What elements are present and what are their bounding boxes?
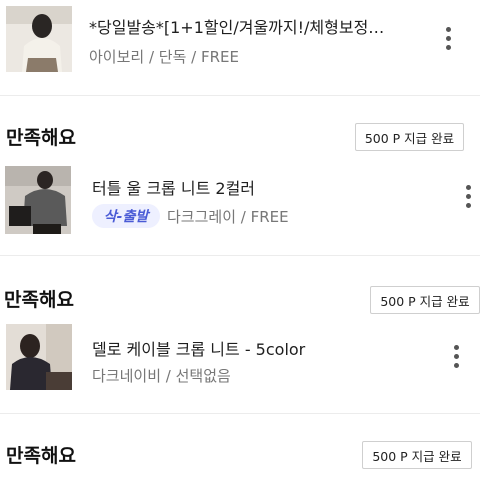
more-options-icon[interactable] xyxy=(462,185,476,211)
review-rating-label: 만족해요 xyxy=(4,289,74,311)
product-title[interactable]: 터틀 울 크롭 니트 2컬러 xyxy=(92,175,255,199)
shipping-tag: 삭-출발 xyxy=(92,204,160,228)
product-title[interactable]: *당일발송*[1+1할인/겨울까지!/체형보정… xyxy=(89,14,384,38)
reward-badge: 500 P 지급 완료 xyxy=(362,441,472,469)
divider xyxy=(0,95,480,96)
reward-badge: 500 P 지급 완료 xyxy=(355,123,464,151)
review-rating-label: 만족해요 xyxy=(6,127,76,149)
product-option: 아이보리 / 단독 / FREE xyxy=(89,48,239,66)
product-thumbnail[interactable] xyxy=(6,324,72,390)
product-option: 다크네이비 / 선택없음 xyxy=(92,367,231,385)
divider xyxy=(0,255,480,256)
product-option: 다크그레이 / FREE xyxy=(167,208,289,226)
more-options-icon[interactable] xyxy=(450,345,464,371)
review-rating-label: 만족해요 xyxy=(6,445,76,467)
reward-badge: 500 P 지급 완료 xyxy=(370,286,480,314)
product-thumbnail[interactable] xyxy=(6,6,72,72)
divider xyxy=(0,413,480,414)
product-thumbnail[interactable] xyxy=(5,166,71,234)
product-title[interactable]: 델로 케이블 크롭 니트 - 5color xyxy=(92,336,305,360)
more-options-icon[interactable] xyxy=(442,27,456,53)
